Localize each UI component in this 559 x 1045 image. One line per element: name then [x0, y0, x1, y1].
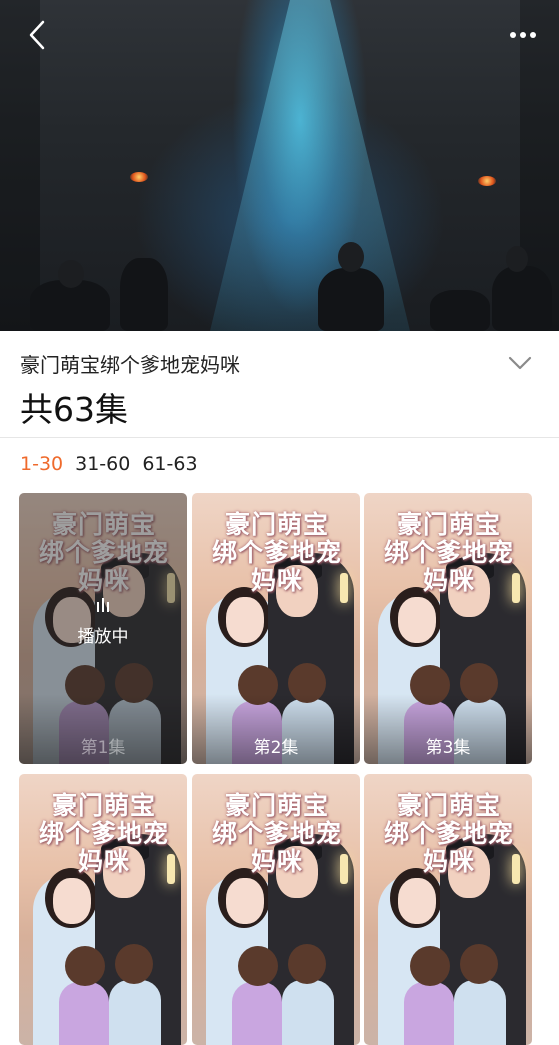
poster-kid-1: [232, 982, 282, 1045]
poster-kid-2-head: [460, 944, 498, 984]
actor-right2: [492, 266, 552, 331]
episode-label: 第1集: [80, 738, 126, 758]
episode-card-3[interactable]: 豪门萌宝 绑个爹地宠妈咪 第3集: [364, 493, 532, 764]
torch-fire-left: [130, 172, 148, 182]
episode-card-2[interactable]: 豪门萌宝 绑个爹地宠妈咪 第2集: [192, 493, 360, 764]
poster-title: 豪门萌宝 绑个爹地宠妈咪: [29, 792, 179, 876]
poster-title-line1: 豪门萌宝: [51, 791, 156, 820]
actor-center-head: [338, 242, 364, 272]
range-tab-31-60[interactable]: 31-60: [75, 453, 130, 475]
episode-card-4[interactable]: 豪门萌宝 绑个爹地宠妈咪: [19, 774, 187, 1045]
poster-kid-2: [109, 980, 161, 1045]
episode-count: 共63集: [20, 390, 128, 429]
more-button[interactable]: [505, 22, 541, 48]
divider: [0, 437, 559, 438]
episode-card-6[interactable]: 豪门萌宝 绑个爹地宠妈咪: [364, 774, 532, 1045]
poster-kid-1: [59, 982, 109, 1045]
actor-center: [318, 268, 384, 331]
poster-title-line1: 豪门萌宝: [396, 510, 501, 539]
poster-title-line2: 绑个爹地宠妈咪: [383, 538, 514, 595]
poster-woman-face: [226, 878, 264, 924]
poster-title-line1: 豪门萌宝: [224, 791, 329, 820]
poster-kid-2: [282, 980, 334, 1045]
episode-card-5[interactable]: 豪门萌宝 绑个爹地宠妈咪: [192, 774, 360, 1045]
poster-title-line2: 绑个爹地宠妈咪: [211, 538, 342, 595]
poster-title-line1: 豪门萌宝: [224, 510, 329, 539]
poster-woman-face: [398, 878, 436, 924]
poster-title: 豪门萌宝 绑个爹地宠妈咪: [202, 511, 352, 595]
torch-fire-right: [478, 176, 496, 186]
playing-label: 播放中: [77, 627, 129, 647]
poster-kid-2: [454, 980, 506, 1045]
poster-kid-1-head: [65, 946, 105, 986]
poster-title: 豪门萌宝 绑个爹地宠妈咪: [374, 511, 524, 595]
more-dots-icon: [510, 32, 536, 38]
back-button[interactable]: [22, 20, 52, 50]
poster-title: 豪门萌宝 绑个爹地宠妈咪: [202, 792, 352, 876]
range-tab-1-30[interactable]: 1-30: [20, 453, 63, 475]
actor-left-head: [58, 260, 84, 288]
poster-kid-2-head: [288, 944, 326, 984]
poster-kid-2-head: [115, 944, 153, 984]
poster-kid-1-head: [238, 946, 278, 986]
playing-indicator: 播放中: [19, 597, 187, 647]
actor-right2-head: [506, 246, 528, 272]
drama-title-row[interactable]: 豪门萌宝绑个爹地宠妈咪: [20, 349, 539, 377]
poster-title: 豪门萌宝 绑个爹地宠妈咪: [374, 792, 524, 876]
poster-title-line2: 绑个爹地宠妈咪: [383, 819, 514, 876]
episode-label: 第2集: [253, 738, 299, 758]
poster-title-line2: 绑个爹地宠妈咪: [211, 819, 342, 876]
poster-title-line1: 豪门萌宝: [396, 791, 501, 820]
chevron-left-icon: [29, 20, 45, 50]
poster-woman-face: [53, 878, 91, 924]
chevron-down-icon[interactable]: [507, 355, 533, 371]
episode-range-tabs: 1-30 31-60 61-63: [20, 453, 198, 475]
actor-left2: [120, 258, 168, 331]
poster-kid-1: [404, 982, 454, 1045]
poster-woman-face: [398, 597, 436, 643]
drama-title: 豪门萌宝绑个爹地宠妈咪: [20, 353, 240, 377]
episode-card-1[interactable]: 豪门萌宝 绑个爹地宠妈咪 播放中 第1集: [19, 493, 187, 764]
equalizer-icon: [97, 598, 109, 612]
episode-label: 第3集: [425, 738, 471, 758]
range-tab-61-63[interactable]: 61-63: [142, 453, 197, 475]
poster-title-line2: 绑个爹地宠妈咪: [38, 819, 169, 876]
poster-kid-1-head: [410, 946, 450, 986]
video-player[interactable]: [0, 0, 559, 331]
actor-right: [430, 290, 490, 331]
poster-woman-face: [226, 597, 264, 643]
